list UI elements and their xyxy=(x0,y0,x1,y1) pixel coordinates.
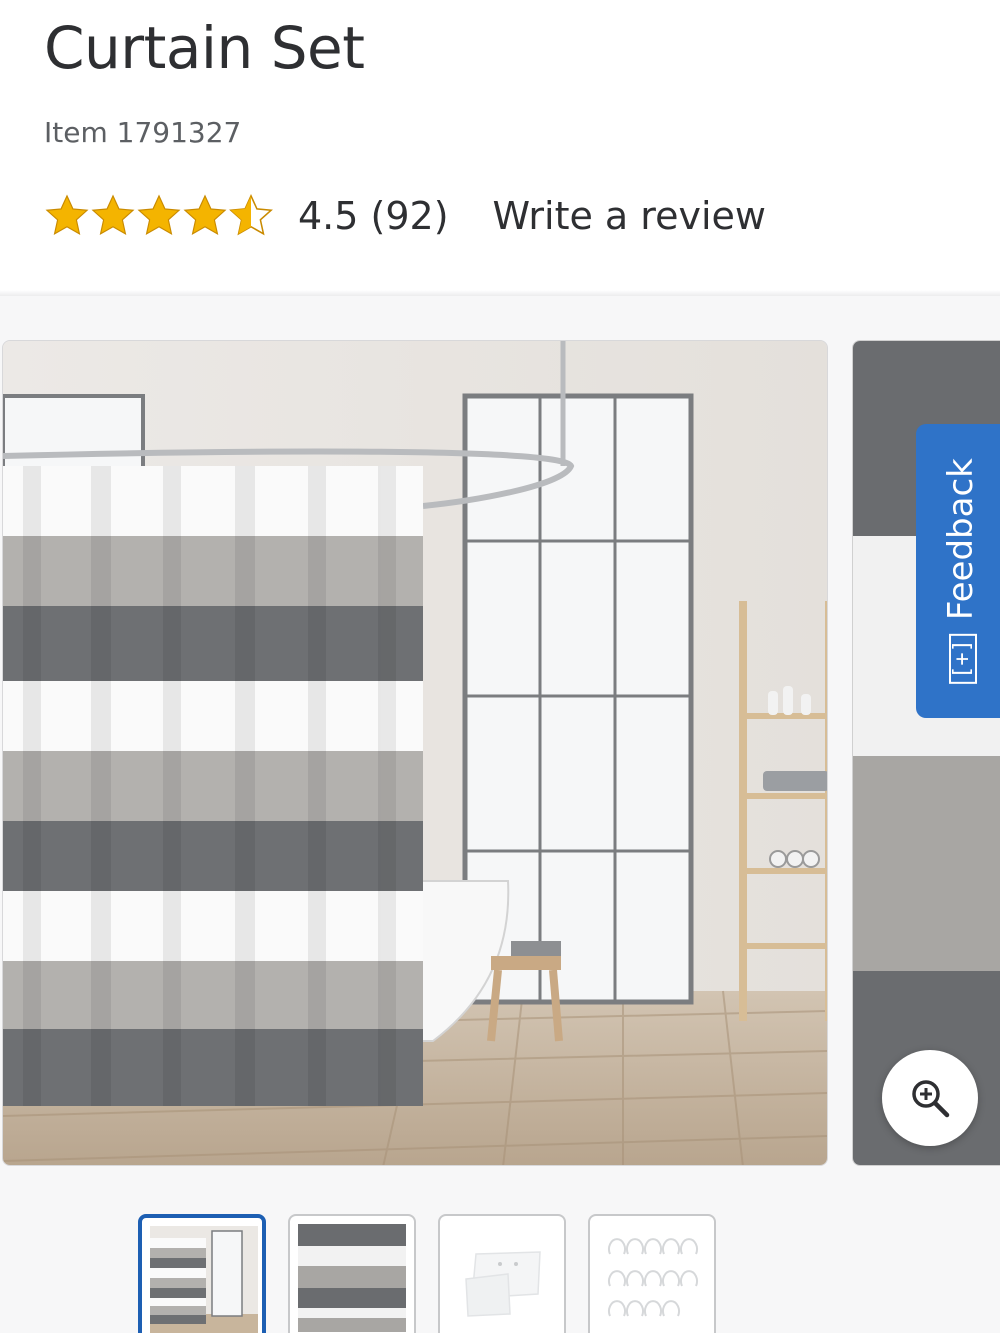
rating-row: 4.5 (92) Write a review xyxy=(44,190,766,242)
star-icon-filled xyxy=(137,194,181,235)
rating-summary[interactable]: 4.5 (92) xyxy=(298,194,449,238)
product-title: Curtain Set xyxy=(44,14,365,82)
thumbnail-strip xyxy=(138,1214,716,1333)
write-review-link[interactable]: Write a review xyxy=(493,194,766,238)
item-number: Item 1791327 xyxy=(44,116,242,149)
main-product-image[interactable] xyxy=(2,340,828,1166)
star-rating[interactable] xyxy=(44,193,274,239)
thumbnail-hooks[interactable] xyxy=(588,1214,716,1333)
thumbnail-curtain-closeup[interactable] xyxy=(288,1214,416,1333)
star-icon-filled xyxy=(91,194,135,235)
zoom-in-icon xyxy=(912,1080,950,1118)
thumbnail-bathroom-scene[interactable] xyxy=(138,1214,266,1333)
thumbnail-liner[interactable] xyxy=(438,1214,566,1333)
zoom-button[interactable] xyxy=(882,1050,978,1146)
image-gallery: [+]Feedback xyxy=(0,296,1000,1333)
feedback-plus-icon: [+] xyxy=(948,634,977,684)
star-icon-half xyxy=(229,194,273,236)
star-icon-filled xyxy=(183,194,227,235)
feedback-label: [+]Feedback xyxy=(941,458,981,684)
feedback-tab[interactable]: [+]Feedback xyxy=(916,424,1000,718)
star-icon-filled xyxy=(45,194,89,235)
